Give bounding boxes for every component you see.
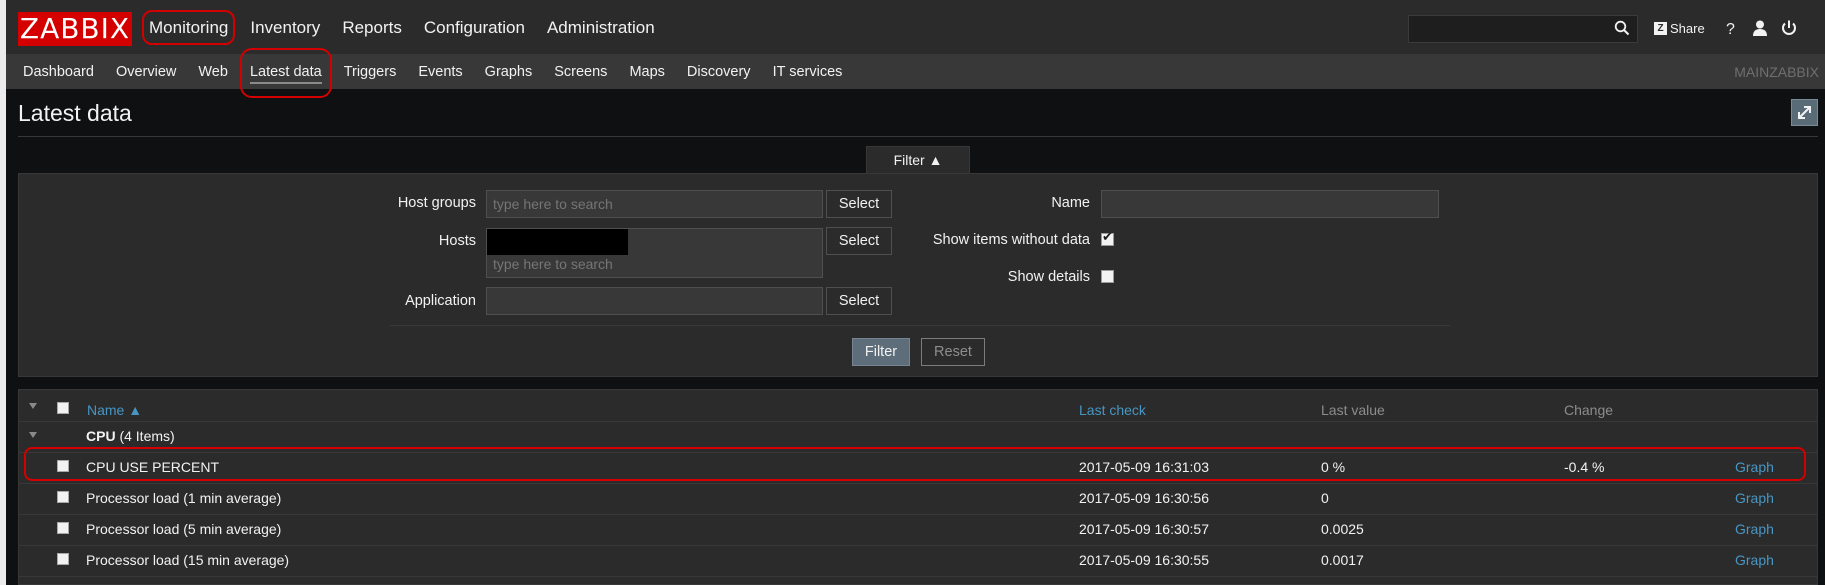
- zabbix-logo[interactable]: ZABBIX: [18, 12, 132, 46]
- name-label: Name: [1051, 195, 1090, 211]
- power-icon[interactable]: [1780, 19, 1798, 37]
- search-input[interactable]: [1408, 15, 1638, 43]
- row-checkbox[interactable]: [57, 553, 69, 565]
- subnav-maps[interactable]: Maps: [618, 55, 675, 89]
- zabbix-share-icon: Z: [1654, 21, 1667, 35]
- subnav-triggers[interactable]: Triggers: [333, 55, 408, 89]
- subnav-dashboard[interactable]: Dashboard: [12, 55, 105, 89]
- hosts-input[interactable]: type here to search: [486, 228, 823, 278]
- filter-divider: [390, 325, 1450, 326]
- sub-nav: Dashboard Overview Web Latest data Trigg…: [6, 48, 1825, 98]
- user-icon[interactable]: [1751, 19, 1769, 37]
- page: ZABBIX Monitoring Inventory Reports Conf…: [0, 0, 1825, 585]
- application-label: Application: [405, 293, 476, 309]
- host-groups-input[interactable]: [486, 190, 823, 218]
- fullscreen-button[interactable]: [1791, 99, 1818, 126]
- redacted-host-chip: [487, 229, 628, 255]
- row-divider: [19, 545, 1817, 546]
- search-icon[interactable]: [1614, 20, 1630, 36]
- application-select-button[interactable]: Select: [826, 287, 892, 315]
- title-divider: [18, 136, 1818, 137]
- group-collapse-icon[interactable]: [29, 432, 37, 438]
- group-name: CPU: [86, 428, 116, 444]
- main-nav-monitoring[interactable]: Monitoring: [138, 0, 239, 55]
- subnav-screens[interactable]: Screens: [543, 55, 618, 89]
- subnav-it-services[interactable]: IT services: [762, 55, 854, 89]
- main-nav-administration[interactable]: Administration: [536, 0, 666, 55]
- row-checkbox[interactable]: [57, 491, 69, 503]
- subnav-events[interactable]: Events: [407, 55, 473, 89]
- hosts-label: Hosts: [438, 233, 476, 249]
- subnav-latest-data[interactable]: Latest data: [239, 48, 333, 98]
- latest-data-table: Name ▲ Last check Last value Change CPU …: [18, 389, 1818, 585]
- graph-link[interactable]: Graph: [1735, 521, 1774, 537]
- share-label: Share: [1670, 20, 1705, 36]
- help-icon[interactable]: ?: [1721, 19, 1739, 37]
- share-button[interactable]: Z Share: [1654, 18, 1705, 38]
- subnav-web[interactable]: Web: [187, 55, 239, 89]
- show-items-without-data-checkbox[interactable]: [1101, 230, 1114, 246]
- main-nav: Monitoring Inventory Reports Configurati…: [138, 0, 666, 55]
- main-nav-configuration[interactable]: Configuration: [413, 0, 536, 55]
- item-name: Processor load (5 min average): [86, 521, 282, 537]
- main-nav-inventory[interactable]: Inventory: [239, 0, 331, 55]
- item-name: Processor load (15 min average): [86, 552, 290, 568]
- subnav-graphs[interactable]: Graphs: [474, 55, 544, 89]
- item-last-check: 2017-05-09 16:30:56: [1079, 490, 1209, 506]
- subnav-overview[interactable]: Overview: [105, 55, 187, 89]
- item-name: Processor load (1 min average): [86, 490, 282, 506]
- show-items-without-data-label: Show items without data: [932, 232, 1090, 248]
- page-title: Latest data: [18, 100, 132, 126]
- top-header: ZABBIX Monitoring Inventory Reports Conf…: [6, 0, 1825, 55]
- svg-text:?: ?: [1726, 21, 1735, 37]
- subnav-discovery[interactable]: Discovery: [676, 55, 762, 89]
- filter-toggle-tab[interactable]: Filter ▲: [866, 146, 970, 173]
- hosts-placeholder: type here to search: [493, 256, 613, 272]
- column-last-check-header[interactable]: Last check: [1079, 402, 1146, 418]
- column-last-value-header: Last value: [1321, 402, 1385, 418]
- row-divider: [19, 514, 1817, 515]
- annotation-highlight: [24, 447, 1806, 481]
- application-input[interactable]: [486, 287, 823, 315]
- group-row: CPU (4 Items): [86, 428, 175, 444]
- item-last-check: 2017-05-09 16:30:55: [1079, 552, 1209, 568]
- graph-link[interactable]: Graph: [1735, 552, 1774, 568]
- server-name: MAINZABBIX: [1734, 64, 1819, 80]
- row-divider: [19, 576, 1817, 577]
- row-checkbox[interactable]: [57, 522, 69, 534]
- main-nav-reports[interactable]: Reports: [331, 0, 413, 55]
- graph-link[interactable]: Graph: [1735, 490, 1774, 506]
- header-divider: [19, 421, 1817, 422]
- item-last-value: 0.0017: [1321, 552, 1364, 568]
- row-divider: [19, 483, 1817, 484]
- reset-button[interactable]: Reset: [921, 338, 985, 366]
- item-last-value: 0.0025: [1321, 521, 1364, 537]
- name-input[interactable]: [1101, 190, 1439, 218]
- host-groups-select-button[interactable]: Select: [826, 190, 892, 218]
- column-name-header[interactable]: Name ▲: [87, 402, 142, 418]
- show-details-checkbox[interactable]: [1101, 270, 1114, 283]
- expand-icon: [1798, 106, 1811, 119]
- select-all-checkbox[interactable]: [57, 402, 69, 414]
- item-last-value: 0: [1321, 490, 1329, 506]
- collapse-all-icon[interactable]: [29, 403, 37, 409]
- column-change-header: Change: [1564, 402, 1614, 418]
- group-count: (4 Items): [119, 428, 175, 444]
- item-last-check: 2017-05-09 16:30:57: [1079, 521, 1209, 537]
- host-groups-label: Host groups: [397, 195, 476, 211]
- filter-button[interactable]: Filter: [852, 338, 910, 366]
- show-details-label: Show details: [1007, 269, 1090, 285]
